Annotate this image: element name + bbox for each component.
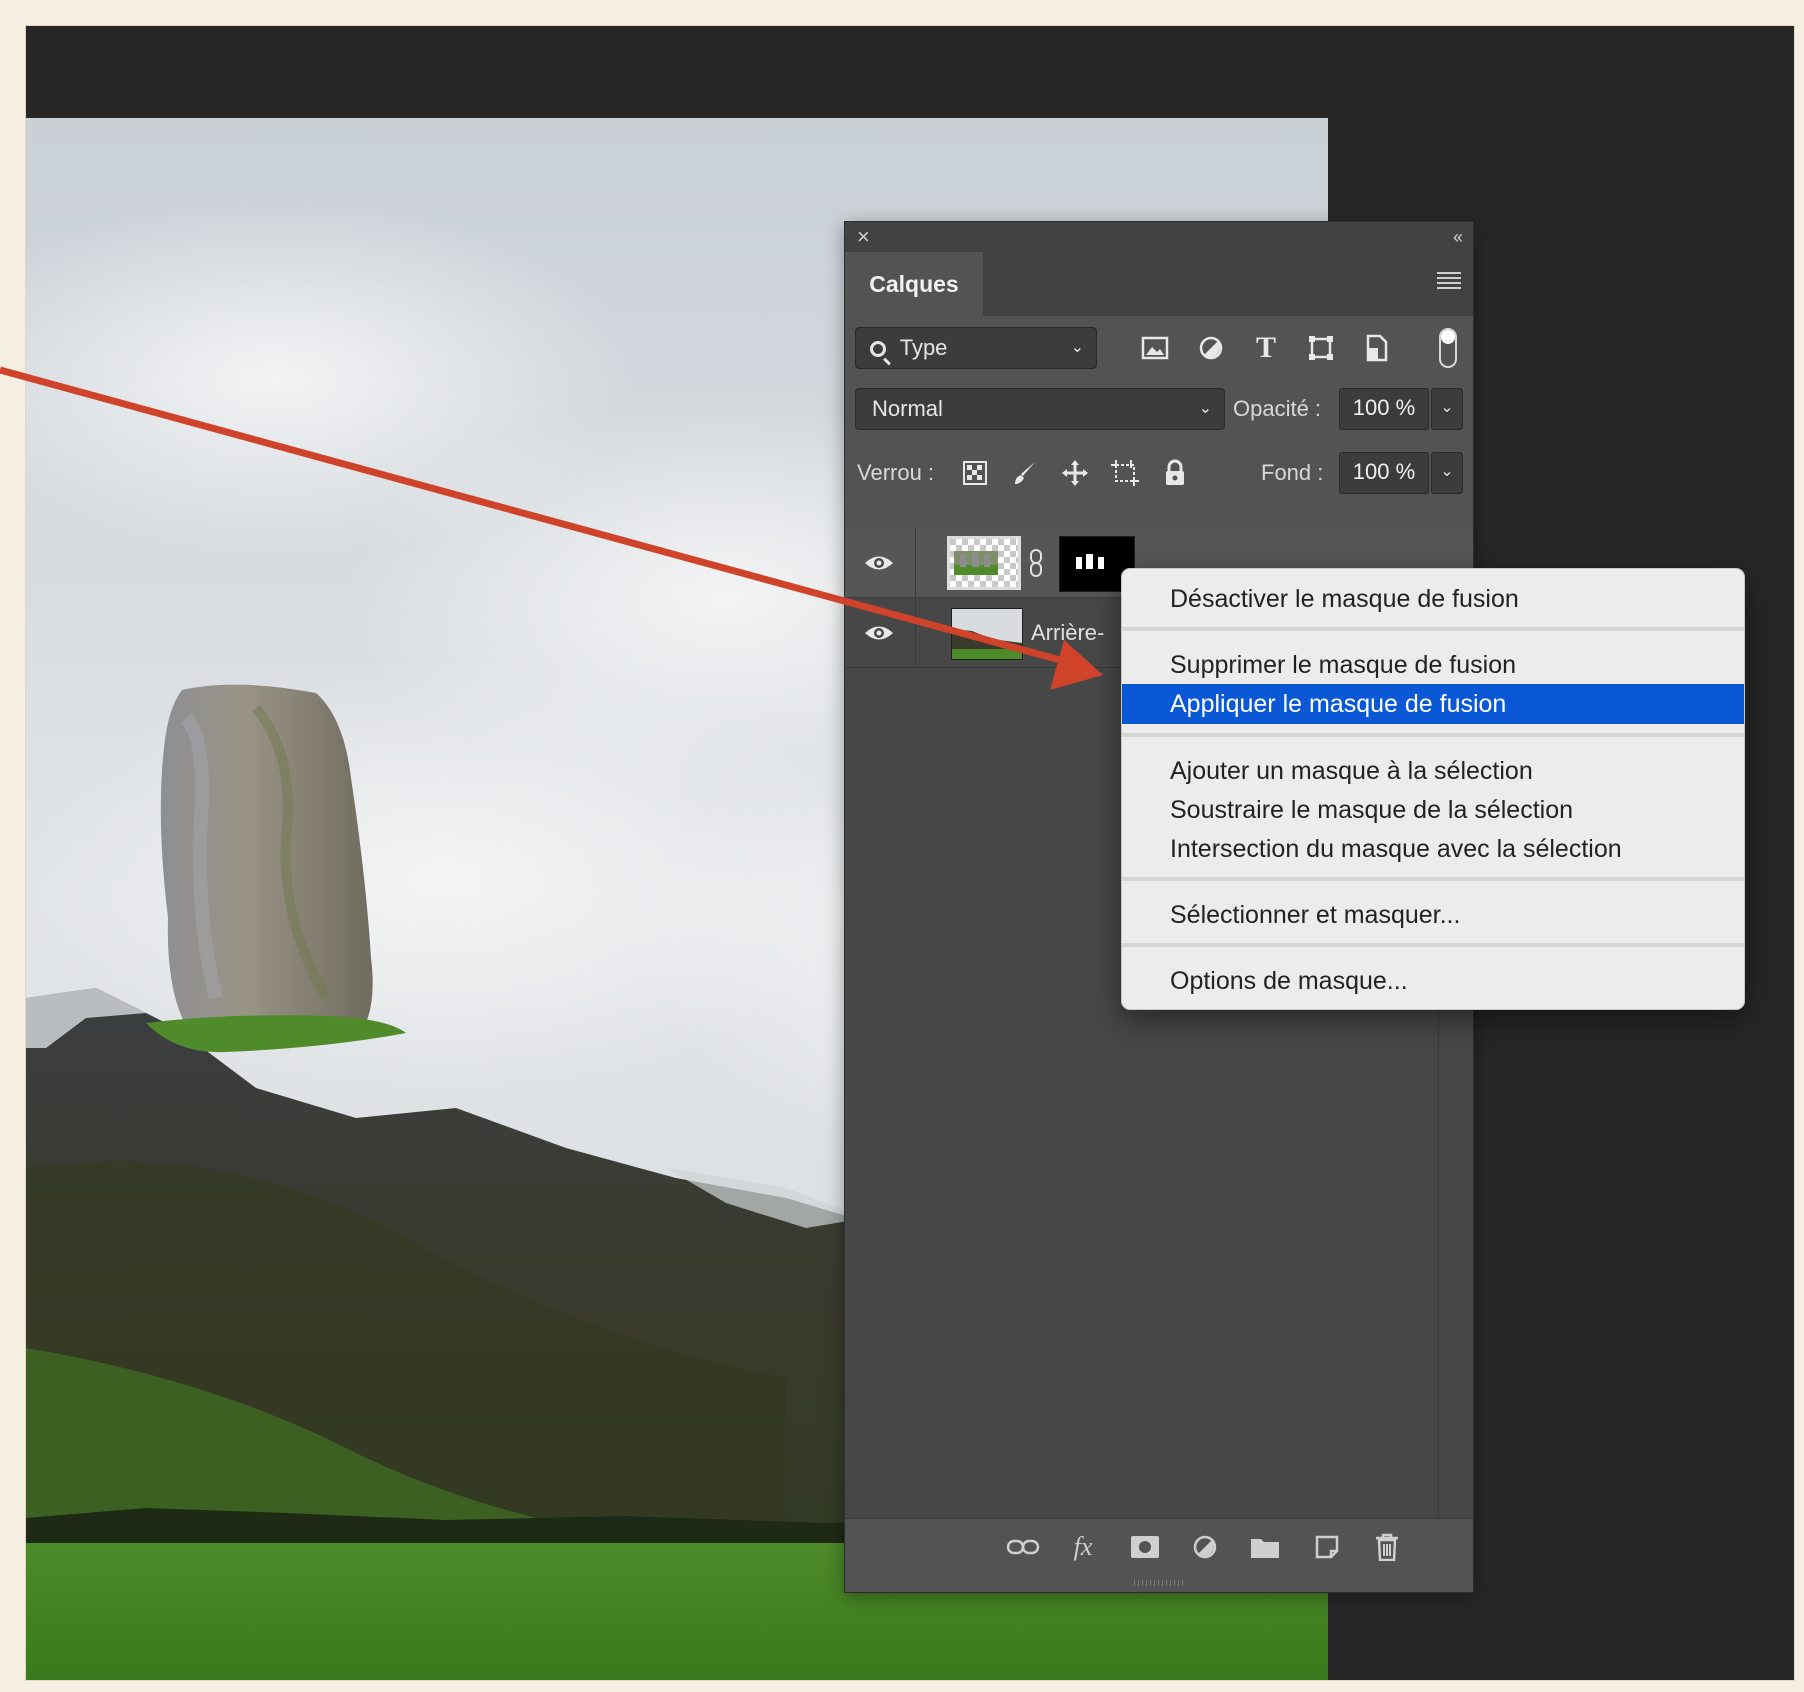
type-filter-icon[interactable]: T [1246, 328, 1286, 368]
trash-icon[interactable] [1367, 1527, 1407, 1572]
opacity-input[interactable]: 100 % [1339, 388, 1429, 430]
lock-position-move-icon[interactable] [1055, 453, 1095, 499]
lock-label: Verrou : [857, 460, 935, 485]
blend-mode-label: Normal [872, 396, 943, 421]
menu-item-intersect-mask-with-selection[interactable]: Intersection du masque avec la sélection [1122, 829, 1744, 869]
menu-separator [1122, 733, 1744, 737]
search-icon [870, 341, 886, 357]
visibility-eye-icon[interactable] [863, 548, 895, 578]
blend-mode-dropdown[interactable]: Normal ⌄ [855, 388, 1225, 430]
filter-toggle[interactable] [1439, 328, 1457, 368]
shape-filter-icon[interactable] [1301, 328, 1341, 373]
layers-bottom-bar: fx [845, 1518, 1473, 1575]
layer-style-fx-icon[interactable]: fx [1063, 1527, 1103, 1567]
photoshop-workspace: × ‹‹ Calques Type ⌄ T Normal ⌄ Opacité:… [26, 26, 1794, 1680]
smart-object-filter-icon[interactable] [1357, 328, 1397, 373]
lock-all-icon[interactable] [1155, 453, 1195, 498]
panel-tab-row: Calques [845, 252, 1473, 316]
new-layer-icon[interactable] [1307, 1527, 1347, 1571]
menu-item-subtract-mask-from-selection[interactable]: Soustraire le masque de la sélection [1122, 790, 1744, 830]
chevron-down-icon: ⌄ [1070, 339, 1084, 356]
menu-item-select-and-mask[interactable]: Sélectionner et masquer... [1122, 895, 1744, 935]
visibility-eye-icon[interactable] [863, 618, 895, 648]
panel-resize-grip[interactable] [1134, 1580, 1184, 1586]
collapse-icon[interactable]: ‹‹ [1453, 225, 1463, 249]
panel-titlebar: × ‹‹ [845, 222, 1473, 252]
filter-row: Type ⌄ T [845, 316, 1473, 378]
chevron-down-icon: ⌄ [1198, 400, 1212, 417]
panel-menu-icon[interactable] [1437, 272, 1461, 290]
menu-item-apply-mask[interactable]: Appliquer le masque de fusion [1122, 684, 1744, 724]
layer-name[interactable]: Arrière- [1031, 598, 1104, 668]
lock-row: Verrou : Fond : 100 % ⌄ [845, 442, 1473, 504]
new-group-folder-icon[interactable] [1245, 1527, 1285, 1570]
filter-kind-label: Type [899, 335, 948, 360]
add-mask-icon[interactable] [1125, 1527, 1165, 1570]
opacity-dropdown-button[interactable]: ⌄ [1431, 388, 1463, 430]
lock-pixels-brush-icon[interactable] [1005, 453, 1045, 498]
blend-row: Normal ⌄ Opacité : 100 % ⌄ [845, 378, 1473, 440]
link-layers-icon[interactable] [1003, 1527, 1043, 1568]
tab-layers[interactable]: Calques [845, 252, 983, 316]
fill-dropdown-button[interactable]: ⌄ [1431, 452, 1463, 494]
image-filter-icon[interactable] [1135, 328, 1175, 371]
menu-separator [1122, 877, 1744, 881]
opacity-label: Opacité : [1233, 396, 1322, 421]
menu-item-mask-options[interactable]: Options de masque... [1122, 961, 1744, 1001]
menu-separator [1122, 627, 1744, 631]
lock-transparency-icon[interactable] [955, 453, 995, 496]
menu-separator [1122, 943, 1744, 947]
lock-artboard-icon[interactable] [1105, 453, 1145, 499]
menu-item-add-mask-to-selection[interactable]: Ajouter un masque à la sélection [1122, 751, 1744, 791]
menu-item-delete-mask[interactable]: Supprimer le masque de fusion [1122, 645, 1744, 685]
menu-item-disable-mask[interactable]: Désactiver le masque de fusion [1122, 579, 1744, 619]
filter-kind-dropdown[interactable]: Type ⌄ [855, 327, 1097, 369]
mask-link-icon[interactable] [1029, 548, 1043, 578]
adjustment-layer-icon[interactable] [1185, 1527, 1225, 1571]
mask-context-menu: Désactiver le masque de fusion Supprimer… [1121, 568, 1745, 1010]
close-icon[interactable]: × [857, 225, 870, 249]
layer-thumbnail[interactable] [951, 608, 1023, 660]
layer-thumbnail[interactable] [947, 536, 1021, 590]
fill-label: Fond : [1261, 460, 1324, 485]
adjustment-filter-icon[interactable] [1191, 328, 1231, 372]
fill-input[interactable]: 100 % [1339, 452, 1429, 494]
